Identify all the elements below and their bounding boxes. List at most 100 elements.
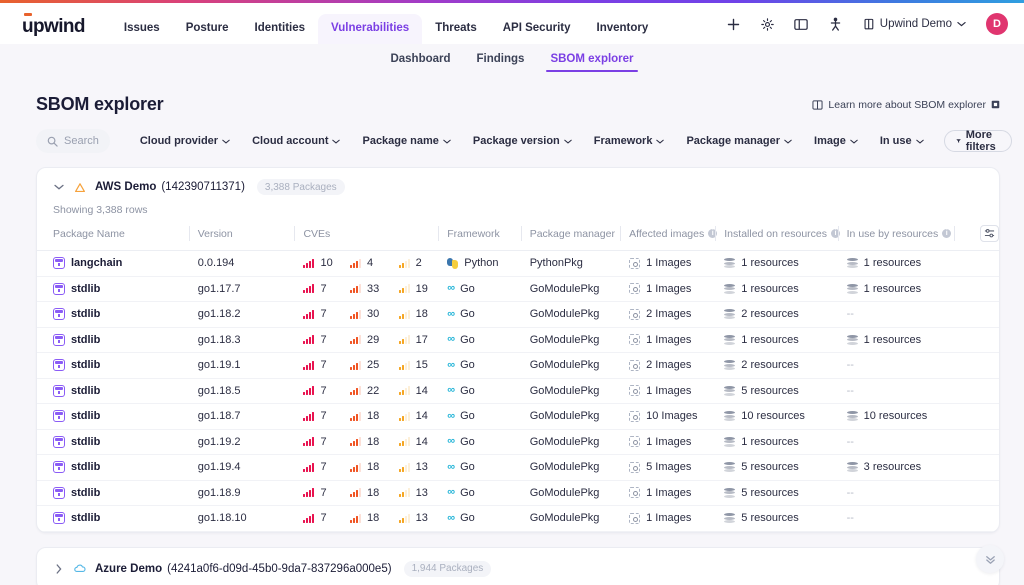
chevron-down-icon [564,139,572,144]
go-icon: ∞ [447,511,455,524]
col-label: Version [197,227,233,240]
table-header: Package Name Version CVEs Framework Pack… [37,225,999,251]
avatar[interactable]: D [986,13,1008,35]
medium-severity-icon [398,386,410,396]
high-severity-icon [349,513,361,523]
nav-item-inventory[interactable]: Inventory [584,14,662,44]
group-header[interactable]: AWS Demo (142390711371) 3,388 Packages [37,168,999,202]
table-row[interactable]: stdlib go1.19.1 7 25 15 ∞ Go GoModulePkg … [37,352,999,379]
table-header-row: Package Name Version CVEs Framework Pack… [37,225,999,251]
plus-icon[interactable] [725,16,742,33]
col-cves[interactable]: CVEs [294,225,350,251]
go-icon: ∞ [447,282,455,295]
filter-in-use[interactable]: In use [872,135,932,147]
col-label: Package manager [529,227,615,240]
table-row[interactable]: stdlib go1.18.10 7 18 13 ∞ Go GoModulePkg… [37,505,999,532]
nav-item-identities[interactable]: Identities [242,14,318,44]
image-icon [629,308,641,320]
nav-item-vulnerabilities[interactable]: Vulnerabilities [318,14,423,44]
medium-count: 19 [415,282,428,295]
high-count: 18 [366,486,380,499]
chevron-down-icon[interactable] [53,184,65,190]
resource-icon [724,462,736,473]
medium-count: 14 [415,435,428,448]
external-link-icon [991,100,1000,109]
installed-on-resources: 1 resources [741,333,799,346]
search-input[interactable]: Search [36,129,110,153]
tab-findings[interactable]: Findings [467,53,535,72]
table-row[interactable]: stdlib go1.18.2 7 30 18 ∞ Go GoModulePkg … [37,301,999,328]
high-severity-icon [349,258,361,268]
in-use-by-resources: 3 resources [863,461,922,474]
nav-item-threats[interactable]: Threats [422,14,490,44]
col-affected-images[interactable]: Affected images i [620,225,725,251]
column-settings-button[interactable] [980,225,999,242]
gear-icon[interactable] [759,16,776,33]
package-name: stdlib [71,333,101,346]
learn-more-label: Learn more about SBOM explorer [828,98,986,111]
chevron-down-icon [656,139,665,144]
person-icon[interactable] [827,16,844,33]
filter-cloud-provider[interactable]: Cloud provider [132,135,238,147]
chevron-right-icon[interactable] [53,563,65,574]
more-filters-button[interactable]: More filters [943,129,1012,153]
info-icon[interactable]: i [942,229,952,238]
filter-package-name[interactable]: Package name [354,135,458,147]
info-icon[interactable]: i [831,229,840,238]
package-manager: GoModulePkg [529,282,600,295]
filter-cloud-account[interactable]: Cloud account [244,135,348,147]
tab-dashboard[interactable]: Dashboard [380,53,460,72]
nav-item-issues[interactable]: Issues [111,14,173,44]
col-installed-on-resources[interactable]: Installed on resources i [715,225,847,251]
medium-severity-icon [398,284,410,294]
nav-item-posture[interactable]: Posture [173,14,242,44]
version: go1.19.1 [197,359,241,372]
filter-package-manager[interactable]: Package manager [678,135,800,147]
logo-text: upwind [22,16,85,37]
version: go1.18.9 [197,486,241,499]
col-in-use-by-resources[interactable]: In use by resources i [837,225,963,251]
high-count: 18 [366,512,380,525]
book-icon [812,99,823,110]
nav-item-api-security[interactable]: API Security [490,14,584,44]
filter-framework[interactable]: Framework [586,135,673,147]
affected-images: 5 Images [646,461,692,474]
high-severity-icon [349,309,361,319]
group-account-id: (142390711371) [161,181,245,193]
table-row[interactable]: stdlib go1.18.9 7 18 13 ∞ Go GoModulePkg … [37,480,999,506]
table-row[interactable]: stdlib go1.18.3 7 29 17 ∞ Go GoModulePkg … [37,327,999,353]
scroll-down-button[interactable] [976,545,1004,573]
framework: Go [460,384,475,397]
col-package-name[interactable]: Package Name [37,225,198,251]
col-framework[interactable]: Framework [438,225,530,251]
installed-on-resources: 5 resources [741,486,799,499]
critical-count: 7 [320,435,327,448]
package-name: langchain [71,257,123,270]
learn-more-link[interactable]: Learn more about SBOM explorer [812,99,1000,111]
table-row[interactable]: stdlib go1.18.7 7 18 14 ∞ Go GoModulePkg … [37,403,999,430]
package-name: stdlib [71,512,101,525]
package-manager: GoModulePkg [529,512,600,525]
critical-count: 7 [320,308,327,321]
table-row[interactable]: langchain 0.0.194 10 4 2 Python PythonPk… [37,250,999,277]
framework: Go [460,359,475,372]
table-row[interactable]: stdlib go1.17.7 7 33 19 ∞ Go GoModulePkg … [37,276,999,302]
col-package-manager[interactable]: Package manager [520,225,630,251]
group-header[interactable]: Azure Demo (4241a0f6-d09d-45b0-9da7-8372… [37,548,999,585]
in-use-by-resources: -- [846,435,854,448]
table-row[interactable]: stdlib go1.19.4 7 18 13 ∞ Go GoModulePkg … [37,454,999,481]
table-row[interactable]: stdlib go1.19.2 7 18 14 ∞ Go GoModulePkg … [37,429,999,455]
table-row[interactable]: stdlib go1.18.5 7 22 14 ∞ Go GoModulePkg … [37,378,999,404]
tenant-switcher[interactable]: Upwind Demo [863,18,966,30]
tab-sbom-explorer[interactable]: SBOM explorer [540,53,643,72]
framework: Go [460,461,475,474]
resource-icon [846,411,858,422]
upwind-logo[interactable]: upwind [22,13,85,44]
image-icon [629,461,641,473]
panel-icon[interactable] [793,16,810,33]
filter-package-version[interactable]: Package version [465,135,580,147]
filter-image[interactable]: Image [806,135,866,147]
col-version[interactable]: Version [188,225,304,251]
go-icon: ∞ [447,409,455,422]
col-label: Affected images [629,227,705,240]
